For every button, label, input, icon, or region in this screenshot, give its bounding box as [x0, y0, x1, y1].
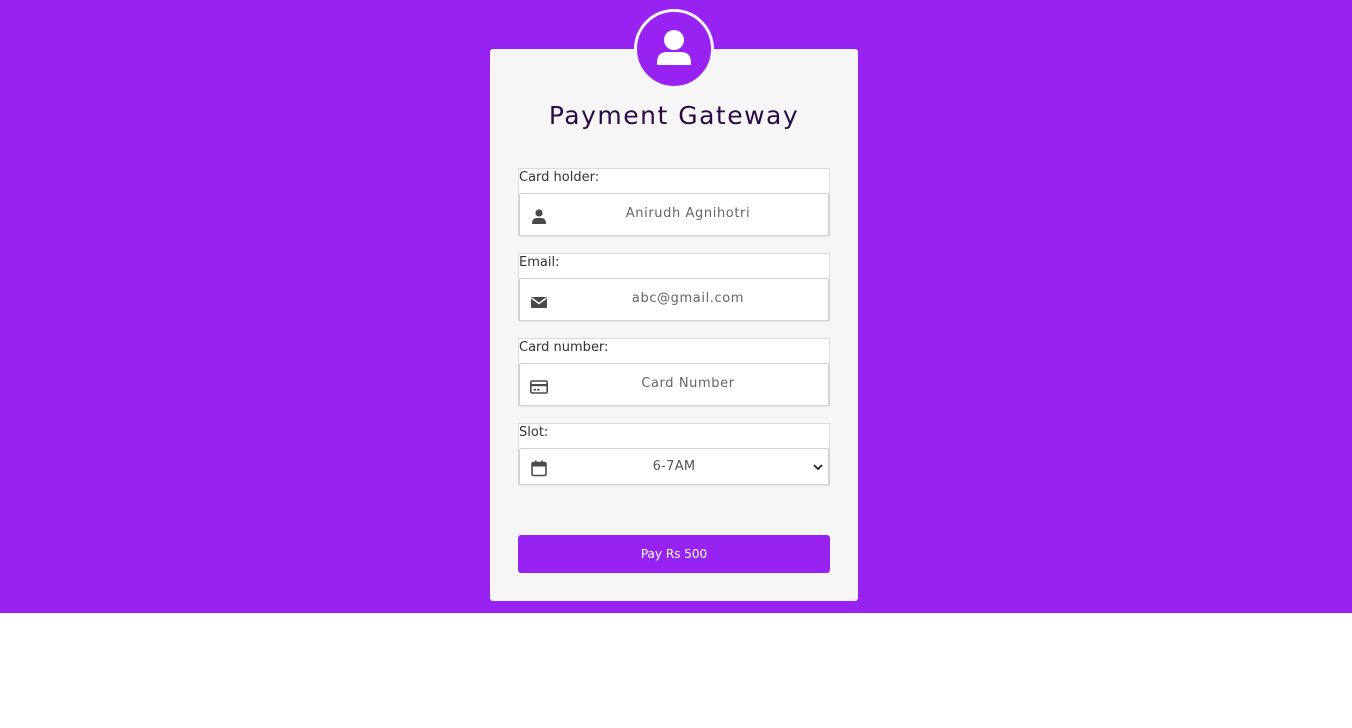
slot-selected-value: 6-7AM — [652, 459, 696, 474]
chevron-down-icon[interactable] — [812, 461, 824, 473]
avatar — [634, 9, 714, 89]
email-value: abc@gmail.com — [631, 291, 745, 306]
card-number-group: Card number: Card Number — [518, 338, 830, 406]
card-holder-value: Anirudh Agnihotri — [625, 206, 751, 221]
slot-group: Slot: 6-7AM — [518, 423, 830, 485]
slot-label: Slot: — [519, 425, 549, 440]
envelope-icon — [531, 297, 547, 308]
page-title: Payment Gateway — [548, 101, 800, 130]
credit-card-icon — [530, 380, 548, 394]
card-holder-input[interactable]: Anirudh Agnihotri — [519, 193, 829, 236]
user-icon — [532, 209, 546, 224]
user-icon — [657, 30, 691, 65]
email-group: Email: abc@gmail.com — [518, 253, 830, 321]
payment-card — [490, 49, 858, 601]
card-holder-group: Card holder: Anirudh Agnihotri — [518, 168, 830, 236]
email-label: Email: — [519, 255, 560, 270]
email-field[interactable]: abc@gmail.com — [519, 278, 829, 321]
pay-button[interactable]: Pay Rs 500 — [518, 535, 830, 573]
card-number-input[interactable]: Card Number — [519, 363, 829, 406]
card-number-placeholder: Card Number — [641, 376, 735, 391]
slot-select[interactable]: 6-7AM — [519, 448, 829, 485]
card-number-label: Card number: — [519, 340, 609, 355]
card-holder-label: Card holder: — [519, 170, 600, 185]
